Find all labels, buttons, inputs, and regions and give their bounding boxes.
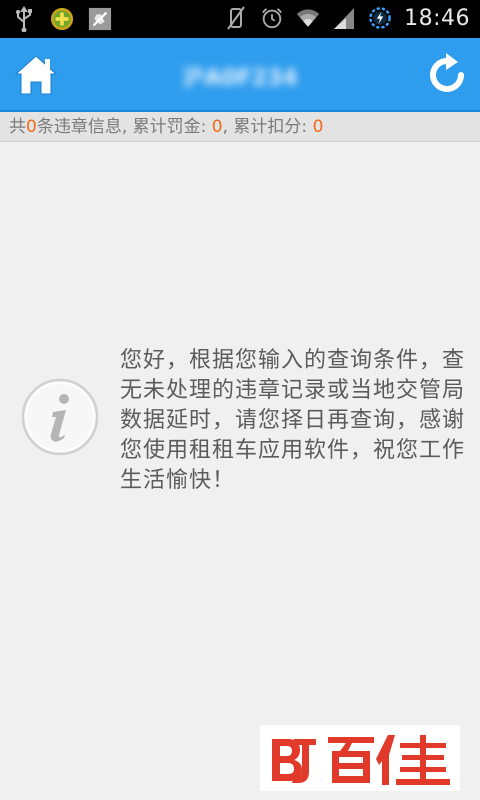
- refresh-button[interactable]: [424, 52, 470, 98]
- no-violation-message: 您好，根据您输入的查询条件，查无未处理的违章记录或当地交管局数据延时，请您择日再…: [120, 348, 466, 493]
- wifi-icon: [296, 4, 320, 32]
- app-plus-icon: [50, 5, 74, 33]
- points-count: 0: [312, 117, 324, 137]
- signal-icon: [332, 4, 356, 32]
- alarm-icon: [260, 4, 284, 32]
- status-bar: 18:46: [0, 0, 480, 38]
- watermark-logo: [260, 725, 460, 791]
- home-button[interactable]: [12, 52, 60, 98]
- battery-charging-icon: [368, 4, 392, 32]
- clock-time: 18:46: [404, 5, 470, 31]
- page-title: 沪A0F234: [182, 66, 298, 91]
- summary-prefix: 共: [9, 117, 26, 137]
- summary-fine-label: 条违章信息, 累计罚金:: [36, 117, 212, 137]
- summary-points-label: , 累计扣分:: [222, 117, 313, 137]
- fine-amount: 0: [211, 117, 223, 137]
- violation-count: 0: [26, 117, 37, 137]
- vibrate-off-icon: [224, 4, 248, 32]
- muted-notification-icon: [88, 5, 112, 33]
- violation-summary: 共0条违章信息, 累计罚金: 0, 累计扣分: 0: [0, 112, 480, 142]
- app-header: 沪A0F234: [0, 38, 480, 112]
- usb-icon: [12, 5, 36, 33]
- info-icon: [20, 377, 100, 457]
- refresh-icon: [430, 53, 464, 92]
- home-icon: [14, 55, 58, 95]
